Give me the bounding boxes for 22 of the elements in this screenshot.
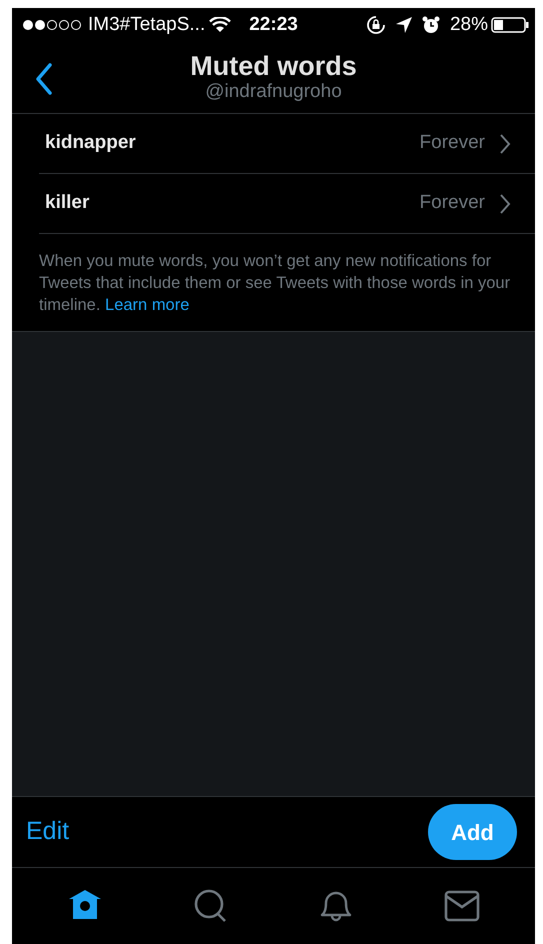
muted-word-row[interactable]: kidnapper Forever <box>39 114 535 174</box>
back-button[interactable] <box>34 62 54 96</box>
location-arrow-icon <box>396 17 412 33</box>
battery-percent: 28% <box>450 12 488 37</box>
mute-duration: Forever <box>420 191 485 216</box>
alarm-clock-icon <box>422 16 440 34</box>
muted-word-row[interactable]: killer Forever <box>39 174 535 234</box>
edit-button[interactable]: Edit <box>26 813 70 851</box>
learn-more-link[interactable]: Learn more <box>105 296 190 314</box>
wifi-icon <box>209 17 232 33</box>
signal-icon <box>22 19 84 31</box>
carrier-name: IM3#TetapS... <box>88 12 206 37</box>
muted-word: kidnapper <box>45 131 137 156</box>
account-handle: @indrafnugroho <box>204 82 343 103</box>
chevron-right-icon <box>499 192 511 214</box>
page-title: Muted words <box>190 52 357 82</box>
clock-time: 22:23 <box>249 12 298 37</box>
muted-word: killer <box>45 191 90 216</box>
rotation-lock-icon <box>366 15 386 35</box>
chevron-right-icon <box>499 132 511 154</box>
battery-icon <box>491 17 529 33</box>
mute-duration: Forever <box>420 131 485 156</box>
